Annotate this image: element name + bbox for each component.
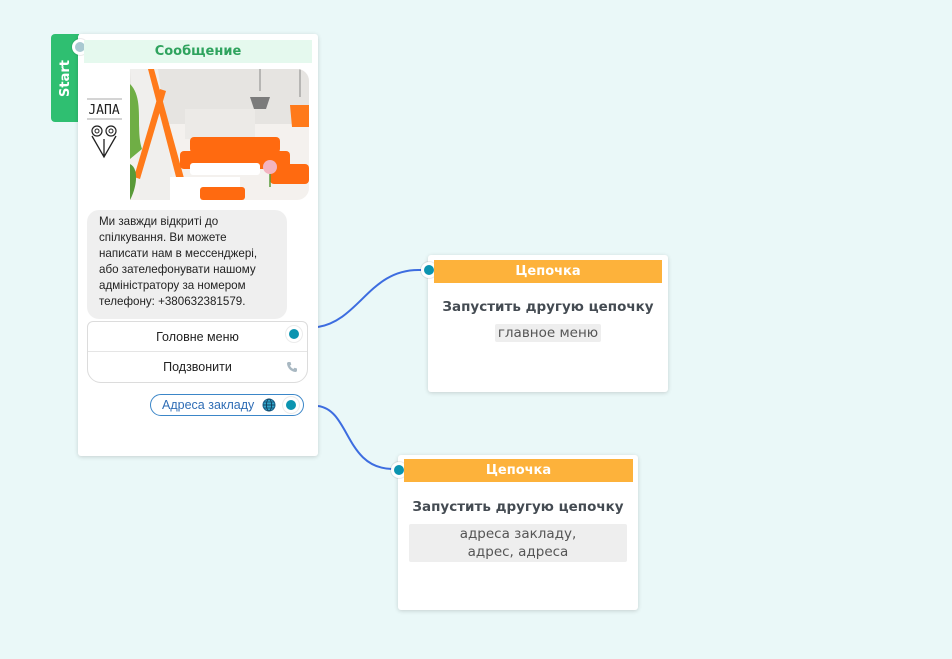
chain-node-main-menu[interactable]: Цепочка Запустить другую цепочку главное… [421, 255, 668, 392]
chain-node-header: Цепочка [434, 260, 662, 283]
call-button[interactable]: Подзвонити [88, 352, 307, 382]
main-menu-output-port[interactable] [286, 326, 302, 342]
chain-tag: главное меню [495, 324, 601, 342]
phone-icon [287, 362, 297, 372]
chain-tag: адреса закладу, адрес, адреса [409, 524, 627, 562]
restaurant-photo [130, 69, 309, 200]
logo: ЈАПА [84, 69, 130, 200]
svg-text:ЈАПА: ЈАПА [88, 103, 119, 118]
chain-node-address[interactable]: Цепочка Запустить другую цепочку адреса … [391, 455, 638, 610]
chain-node-header: Цепочка [404, 459, 633, 482]
address-output-port[interactable] [283, 397, 299, 413]
connector-address-to-chain [317, 405, 393, 470]
main-menu-button-label: Головне меню [156, 329, 239, 344]
main-menu-button[interactable]: Головне меню [88, 322, 307, 352]
message-text-bubble: Ми завжди відкриті до спілкування. Ви мо… [87, 210, 287, 319]
chain-node-title: Запустить другую цепочку [442, 299, 654, 315]
chain-node-title: Запустить другую цепочку [412, 499, 624, 515]
message-image: ЈАПА [84, 69, 309, 200]
message-node[interactable]: Сообщение ЈАПА Ми завжди відкриті до спі… [72, 34, 318, 456]
connector-main-menu-to-chain [317, 268, 422, 328]
globe-icon [262, 398, 276, 412]
message-buttons: Головне меню Подзвонити [87, 321, 308, 383]
address-link-button[interactable]: Адреса закладу [150, 394, 304, 416]
start-label: Start [57, 59, 73, 97]
address-link-label: Адреса закладу [162, 398, 255, 412]
message-node-header: Сообщение [84, 40, 312, 63]
call-button-label: Подзвонити [163, 360, 232, 374]
